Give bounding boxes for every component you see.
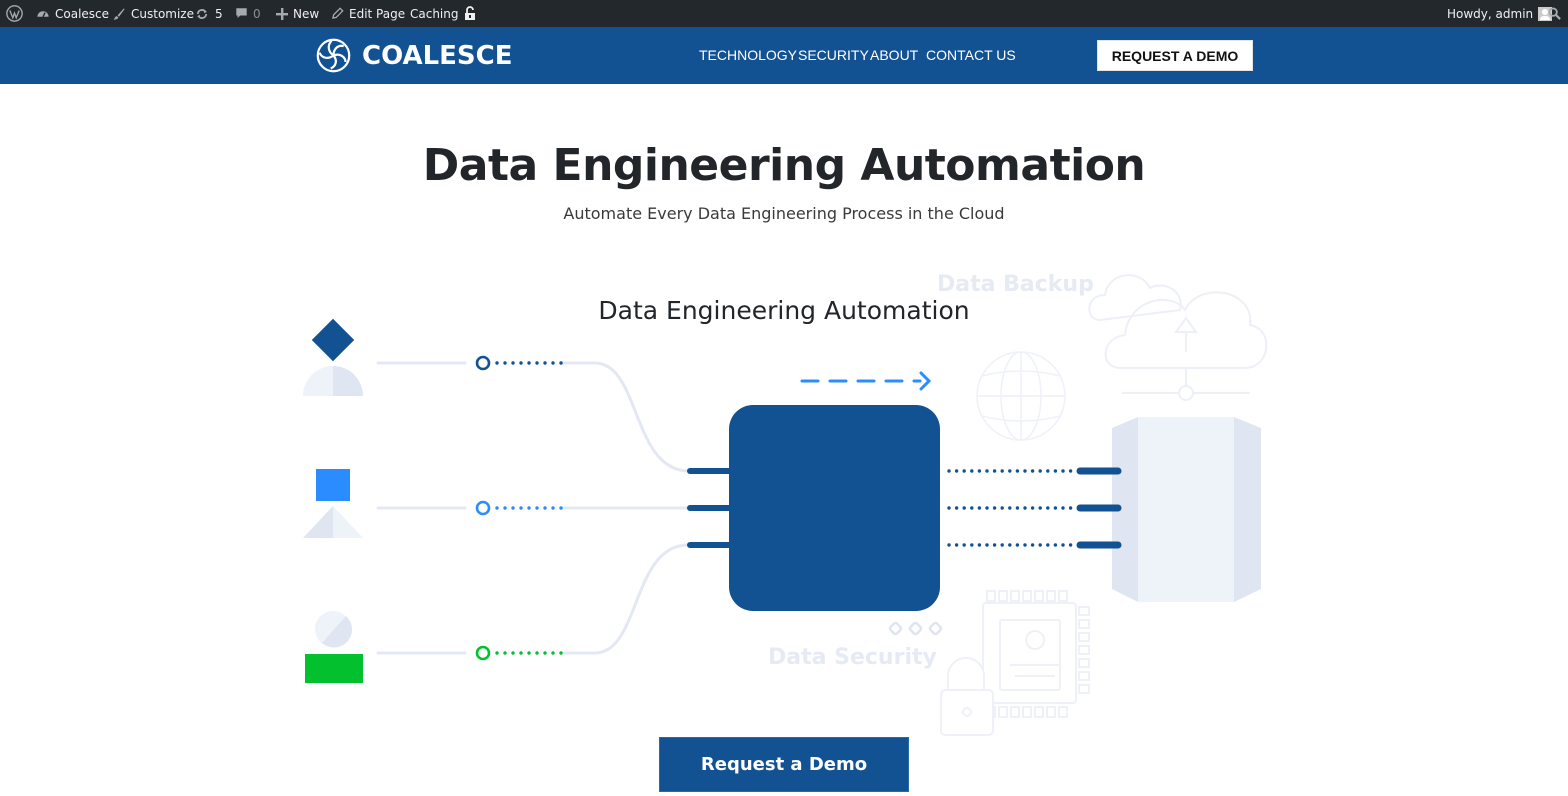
new-content-link[interactable]: New [276,0,319,27]
coalesce-logo-icon [316,38,351,73]
diamond-shape [311,318,355,362]
processing-engine-block [729,405,940,611]
pencil-icon [332,7,344,19]
howdy-label: Howdy, admin [1447,6,1534,21]
admin-search-button[interactable] [1548,0,1561,27]
comments-count: 0 [253,6,261,21]
request-demo-header-button[interactable]: REQUEST A DEMO [1097,40,1253,71]
source-user-square [303,469,363,538]
wordpress-icon [6,5,23,22]
square-shape [316,469,350,501]
updates-link[interactable]: 5 [194,0,223,27]
brush-icon [113,7,125,20]
wordpress-logo-button[interactable] [6,0,23,27]
node-top [475,355,564,371]
brand-name: COALESCE [362,40,513,71]
comment-icon [236,8,247,19]
globe-icon [976,351,1066,441]
site-name-menu[interactable]: Coalesce [36,0,109,27]
updates-icon [196,8,208,19]
brand-logo-link[interactable]: COALESCE [315,37,513,74]
edit-page-link[interactable]: Edit Page [331,0,405,27]
lock-toggle[interactable] [464,0,476,27]
plus-icon [276,7,288,20]
nav-security[interactable]: SECURITY [798,47,869,63]
updates-count: 5 [215,6,223,21]
site-header: COALESCE TECHNOLOGY SECURITY ABOUT CONTA… [0,27,1568,84]
new-label: New [293,6,320,21]
customize-link[interactable]: Customize [112,0,194,27]
data-warehouse-icon [1112,417,1261,602]
my-account-menu[interactable]: Howdy, admin [1447,0,1553,27]
ellipsis-icon [888,621,943,636]
edit-page-label: Edit Page [349,6,406,21]
diagram-title: Data Engineering Automation [598,296,970,325]
data-backup-label: Data Backup [937,272,1094,297]
nav-technology[interactable]: TECHNOLOGY [699,47,797,63]
flow-arrow-icon [800,371,932,391]
nav-about[interactable]: ABOUT [870,47,918,63]
page-subtitle: Automate Every Data Engineering Process … [563,204,1005,223]
chip-pins [986,590,1090,718]
caching-label: Caching [410,6,459,21]
wp-admin-bar: Coalesce Customize 5 0 New Edit Page Cac… [0,0,1568,27]
request-demo-button[interactable]: Request a Demo [659,737,909,792]
dashboard-icon [37,10,49,17]
search-icon [1548,7,1561,20]
nav-contact-us[interactable]: CONTACT US [926,47,1016,63]
site-name: Coalesce [55,6,110,21]
lock-icon [940,657,994,736]
connector-bottom [560,543,690,655]
source-user-diamond [303,318,363,396]
cloud-backup-icon [1088,274,1268,401]
node-bottom [475,645,564,661]
connector-top [560,361,690,473]
customize-label: Customize [131,6,194,21]
source-user-circle [305,611,363,683]
page-title: Data Engineering Automation [422,140,1146,191]
comments-link[interactable]: 0 [235,0,261,27]
node-middle [475,500,564,516]
caching-menu[interactable]: Caching [410,0,459,27]
data-security-label: Data Security [768,645,937,670]
unlock-icon [465,6,475,20]
green-rect-shape [305,654,363,683]
security-chip-icon [982,590,1090,718]
